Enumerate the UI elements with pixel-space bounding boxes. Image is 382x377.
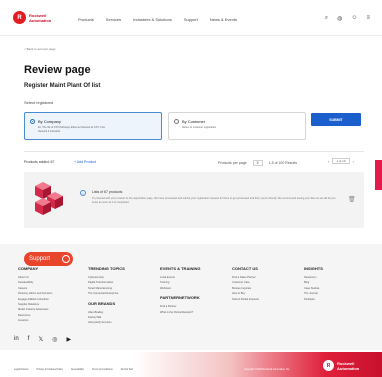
pager: ‹ 1 of 10 › bbox=[328, 158, 354, 164]
facebook-icon[interactable]: f bbox=[28, 336, 30, 343]
linkedin-icon[interactable]: in bbox=[14, 336, 19, 343]
breadcrumb[interactable]: < Back to account page bbox=[24, 47, 55, 51]
option-title: By Customer bbox=[182, 119, 206, 124]
footer-col-contact: CONTACT US Find a Sales Partner Customer… bbox=[232, 266, 259, 302]
youtube-icon[interactable]: ▶ bbox=[66, 336, 71, 343]
footer-logo[interactable]: R Rockwell Automation bbox=[323, 360, 367, 371]
option-desc: Ex: The list of XXX Pathways Ethernet Ne… bbox=[38, 126, 106, 133]
search-icon[interactable]: ⌕ bbox=[325, 15, 328, 22]
page-title: Review page bbox=[24, 64, 91, 76]
prev-page-icon[interactable]: ‹ bbox=[328, 159, 329, 164]
products-added-count: Products added: 67 bbox=[24, 160, 55, 164]
info-icon: i bbox=[80, 190, 86, 196]
brand-name: Rockwell Automation bbox=[29, 13, 59, 23]
page-indicator[interactable]: 1 of 10 bbox=[332, 158, 350, 164]
footer-heading: OUR BRANDS bbox=[88, 300, 116, 306]
legal-link[interactable]: Do Not Sell bbox=[121, 368, 133, 371]
option-desc: Refers to customer registration bbox=[182, 126, 217, 129]
legal-link[interactable]: Privacy & Cookies Policy bbox=[37, 368, 63, 371]
footer-heading: TRENDING TOPICS bbox=[88, 266, 125, 271]
option-by-customer[interactable]: By Customer Refers to customer registrat… bbox=[168, 112, 306, 140]
radio-by-company[interactable] bbox=[30, 119, 35, 124]
legal-link[interactable]: Terms & Conditions bbox=[92, 368, 113, 371]
next-page-icon[interactable]: › bbox=[353, 159, 354, 164]
main-nav: Products Services Industries & Solutions… bbox=[78, 17, 249, 22]
footer-col-company: COMPANY About Us Sustainability Careers … bbox=[18, 266, 52, 324]
footer-col-trending: TRENDING TOPICS Cybersecurity Digital Tr… bbox=[88, 266, 125, 326]
instagram-icon[interactable]: ◎ bbox=[52, 336, 57, 343]
brand-mark: R bbox=[13, 11, 26, 24]
brand-logo[interactable]: R Rockwell Automation bbox=[13, 11, 59, 24]
chat-icon bbox=[62, 255, 70, 263]
nav-industries[interactable]: Industries & Solutions bbox=[133, 17, 172, 22]
footer-heading: COMPANY bbox=[18, 266, 39, 271]
divider bbox=[24, 151, 364, 152]
footer-link[interactable]: Submit Partial Interests bbox=[232, 297, 259, 302]
legal-links: Legal Notices Privacy & Cookies Policy A… bbox=[14, 368, 133, 371]
footer-link[interactable]: What is the PartnerNetwork? bbox=[160, 310, 200, 315]
footer-heading: CONTACT US bbox=[232, 266, 258, 271]
submit-button[interactable]: SUBMIT bbox=[311, 113, 361, 126]
twitter-icon[interactable]: 𝕏 bbox=[38, 336, 43, 343]
per-page-label: Products per page bbox=[218, 161, 247, 165]
nav-services[interactable]: Services bbox=[106, 17, 121, 22]
nav-products[interactable]: Products bbox=[78, 17, 94, 22]
legal-link[interactable]: Accessibility bbox=[71, 368, 84, 371]
site-header: R Rockwell Automation Products Services … bbox=[0, 0, 382, 36]
results-count: 1-5 of 100 Results bbox=[268, 161, 297, 165]
footer-col-events: EVENTS & TRAINING Local Events Training … bbox=[160, 266, 200, 315]
option-title: By Company bbox=[38, 119, 61, 124]
footer-col-insights: INSIGHTS Newsroom Blog Case Studies The … bbox=[304, 266, 323, 302]
add-product-link[interactable]: + Add Product bbox=[74, 160, 96, 164]
footer-brand-name: Rockwell Automation bbox=[337, 361, 367, 371]
footer-link[interactable]: Investors bbox=[18, 318, 52, 323]
feedback-tab[interactable] bbox=[375, 160, 382, 190]
footer-link[interactable]: Webinars bbox=[160, 286, 200, 291]
footer-heading: EVENTS & TRAINING bbox=[160, 266, 201, 271]
menu-icon[interactable]: ≡ bbox=[366, 15, 370, 22]
social-links: in f 𝕏 ◎ ▶ bbox=[14, 336, 71, 343]
globe-icon[interactable]: ◍ bbox=[337, 15, 342, 22]
footer-heading: PARTNERNETWORK bbox=[160, 295, 200, 301]
footer-link[interactable]: Diversity, Ethics and Inclusion bbox=[18, 291, 52, 296]
option-by-company[interactable]: By Company Ex: The list of XXX Pathways … bbox=[24, 112, 162, 140]
empty-title: Lists of 67 products bbox=[92, 190, 123, 194]
trash-icon[interactable]: 🗑 bbox=[348, 196, 356, 203]
footer-link[interactable]: The Connected Enterprise bbox=[88, 291, 125, 296]
user-icon[interactable]: ☺ bbox=[351, 15, 357, 22]
nav-news[interactable]: News & Events bbox=[210, 17, 237, 22]
footer-link[interactable]: LifecycleIQ Services bbox=[88, 320, 125, 325]
empty-description: To proceed with your product to the regi… bbox=[92, 197, 336, 204]
radio-by-customer[interactable] bbox=[174, 119, 179, 124]
nav-support[interactable]: Support bbox=[184, 17, 198, 22]
legal-link[interactable]: Legal Notices bbox=[14, 368, 29, 371]
footer-link[interactable]: Podcasts bbox=[304, 297, 323, 302]
per-page-select[interactable]: 5 bbox=[252, 160, 263, 166]
pagination-controls: Products per page 5 1-5 of 100 Results bbox=[218, 160, 297, 166]
cubes-illustration bbox=[35, 182, 63, 215]
header-icons: ⌕ ◍ ☺ ≡ bbox=[325, 15, 370, 22]
page-subtitle: Register Maint Plant Of list bbox=[24, 83, 101, 89]
footer-brand-line2: Automation bbox=[337, 365, 360, 371]
footer-heading: INSIGHTS bbox=[304, 266, 323, 271]
support-label: Support bbox=[29, 256, 51, 262]
brand-name-line2: Automation bbox=[29, 17, 52, 23]
copyright-text: Copyright ©2023 Rockwell Automation, Inc… bbox=[244, 368, 291, 371]
registrant-label: Select registrant bbox=[24, 100, 53, 105]
footer-brand-mark: R bbox=[323, 360, 334, 371]
support-button[interactable]: Support bbox=[24, 252, 73, 266]
